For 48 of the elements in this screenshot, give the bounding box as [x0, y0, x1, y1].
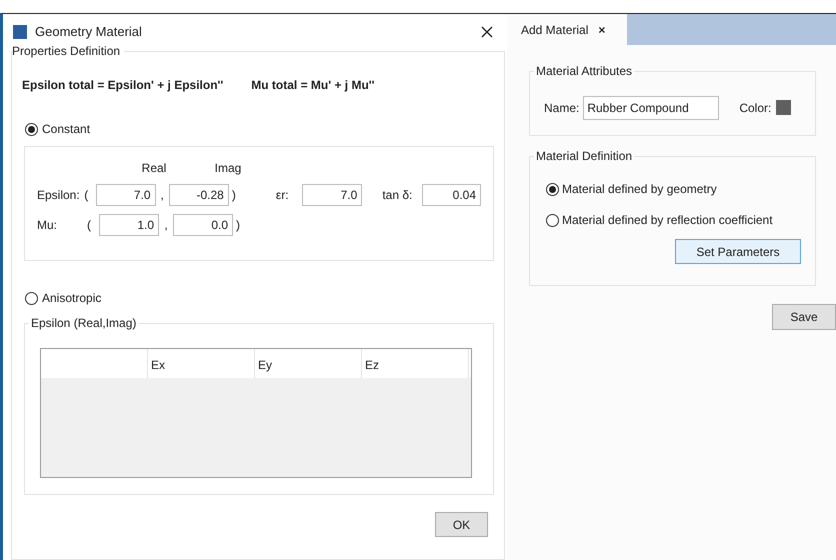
radio-button[interactable]	[546, 182, 559, 196]
tab-close[interactable]: ×	[598, 20, 606, 38]
row-label: Mu:	[37, 217, 58, 234]
window-title: Geometry Material	[35, 22, 142, 41]
er-label: εr:	[276, 187, 290, 204]
ok-button[interactable]: OK	[435, 512, 488, 537]
comma-text: ,	[163, 217, 169, 234]
row-label: Epsilon:	[37, 187, 81, 204]
formula-text: Epsilon total = Epsilon' + j Epsilon''	[22, 77, 224, 94]
group-title: Material Definition	[534, 149, 634, 163]
er-field[interactable]: 7.0	[302, 184, 362, 206]
comma-text: ,	[160, 187, 165, 204]
radio-button[interactable]	[25, 122, 38, 136]
tab-label: Add Material	[521, 22, 588, 38]
radio-button[interactable]	[546, 214, 559, 226]
group-title: Properties Definition	[12, 44, 124, 58]
name-field[interactable]: Rubber Compound	[583, 96, 720, 120]
radio-label: Anisotropic	[42, 290, 102, 307]
radio-label: Material defined by geometry	[562, 181, 717, 198]
group-title: Material Attributes	[534, 64, 634, 78]
real-field[interactable]: 1.0	[99, 214, 159, 236]
imag-field[interactable]: 0.0	[173, 214, 233, 236]
close-icon	[481, 26, 493, 38]
save-button[interactable]: Save	[772, 304, 836, 330]
name-label: Name:	[544, 100, 580, 116]
tan-label: tan δ:	[382, 187, 414, 204]
radio-label: Constant	[42, 121, 90, 138]
column-header: Ex	[148, 349, 255, 378]
column-header: Imag	[214, 160, 242, 177]
group-title: Epsilon (Real,Imag)	[29, 316, 138, 330]
color-label: Color:	[739, 100, 772, 116]
parenthesis-text: )	[236, 217, 240, 234]
column-header: Real	[140, 160, 168, 177]
app-logo-icon	[13, 24, 27, 38]
set-parameters-button[interactable]: Set Parameters	[675, 239, 801, 264]
color-swatch[interactable]	[776, 100, 792, 115]
formula-text: Mu total = Mu' + j Mu''	[251, 77, 374, 94]
parenthesis-text: (	[84, 187, 90, 204]
imag-field[interactable]: -0.28	[168, 184, 229, 206]
radio-label: Material defined by reflection coefficient	[562, 212, 773, 229]
radio-button[interactable]	[25, 292, 38, 304]
tab[interactable]: Add Material ×	[507, 14, 627, 45]
real-field[interactable]: 7.0	[96, 184, 156, 206]
parenthesis-text: )	[232, 187, 236, 204]
tan-delta-field[interactable]: 0.04	[422, 184, 482, 206]
column-header: Ey	[255, 349, 362, 378]
column-header: Ez	[362, 349, 469, 378]
parenthesis-text: (	[87, 217, 92, 234]
